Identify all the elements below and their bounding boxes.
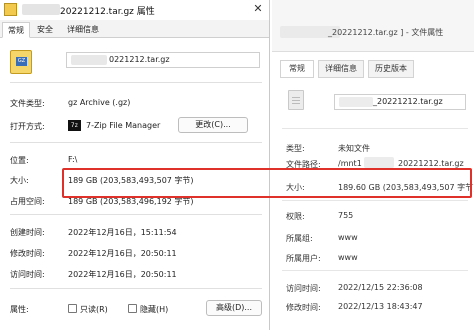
divider (282, 128, 468, 129)
tab-details[interactable]: 详细信息 (62, 22, 104, 38)
type-value: 未知文件 (338, 144, 370, 153)
advanced-button[interactable]: 高级(D)... (206, 300, 262, 316)
divider (10, 214, 262, 215)
title-bar: 20221212.tar.gz 属性 ✕ (0, 0, 269, 20)
modified-value: 2022年12月16日，20:50:11 (68, 249, 177, 258)
accessed-value: 2022/12/15 22:36:08 (338, 283, 423, 292)
readonly-label: 只读(R) (80, 305, 108, 314)
archive-file-icon: GZ (10, 50, 32, 74)
opens-with-value: 7-Zip File Manager (86, 121, 161, 130)
accessed-label: 访问时间: (286, 284, 321, 293)
permissions-value: 755 (338, 211, 354, 220)
permissions-label: 权限: (286, 212, 305, 221)
divider (282, 270, 468, 271)
created-label: 创建时间: (10, 228, 45, 237)
gz-badge: GZ (16, 57, 27, 66)
size-label: 大小: (10, 176, 29, 185)
modified-label: 修改时间: (10, 249, 45, 258)
accessed-value: 2022年12月16日，20:50:11 (68, 270, 177, 279)
divider (10, 142, 262, 143)
general-panel: GZ 0221212.tar.gz 文件类型: gz Archive (.gz)… (0, 38, 269, 330)
redacted-name (339, 97, 373, 107)
disk-size-label: 占用空间: (10, 197, 45, 206)
tab-security[interactable]: 安全 (32, 22, 58, 38)
file-name-text: 0221212.tar.gz (109, 55, 170, 64)
accessed-label: 访问时间: (10, 270, 45, 279)
attributes-label: 属性: (10, 305, 29, 314)
close-icon[interactable]: ✕ (250, 1, 266, 17)
redacted-name (22, 4, 60, 15)
change-button[interactable]: 更改(C)... (178, 117, 248, 133)
location-value: F:\ (68, 155, 78, 164)
window-title: 20221212.tar.gz 属性 (60, 7, 155, 17)
linux-file-properties-dialog: _20221212.tar.gz ] - 文件属性 常规 详细信息 历史版本 _… (272, 0, 474, 330)
tab-history[interactable]: 历史版本 (368, 60, 414, 78)
disk-size-value: 189 GB (203,583,496,192 字节) (68, 197, 194, 206)
opens-with-label: 打开方式: (10, 122, 45, 131)
group-value: www (338, 233, 358, 242)
redacted-path (364, 157, 394, 168)
location-label: 位置: (10, 156, 29, 165)
hidden-label: 隐藏(H) (140, 305, 169, 314)
owner-label: 所属用户: (286, 254, 321, 263)
divider (10, 288, 262, 289)
path-prefix: /mnt1 (338, 159, 362, 168)
created-value: 2022年12月16日，15:11:54 (68, 228, 177, 237)
size-value: 189 GB (203,583,493,507 字节) (68, 176, 194, 185)
window-title: _20221212.tar.gz ] - 文件属性 (328, 28, 444, 37)
type-label: 类型: (286, 144, 305, 153)
hidden-checkbox[interactable] (128, 304, 137, 313)
path-label: 文件路径: (286, 160, 321, 169)
divider (282, 200, 468, 201)
tab-general[interactable]: 常规 (280, 60, 314, 78)
7zip-icon: 7z (68, 120, 81, 131)
redacted-name (71, 55, 107, 65)
type-value: gz Archive (.gz) (68, 98, 131, 107)
tab-bar: 常规 安全 详细信息 (0, 22, 269, 38)
file-name-field[interactable]: 0221212.tar.gz (66, 52, 260, 68)
title-bar: _20221212.tar.gz ] - 文件属性 (272, 0, 474, 52)
tab-details[interactable]: 详细信息 (318, 60, 364, 78)
windows-properties-dialog: 20221212.tar.gz 属性 ✕ 常规 安全 详细信息 GZ 02212… (0, 0, 270, 330)
file-name-text: _20221212.tar.gz (373, 97, 443, 106)
unknown-file-icon (288, 90, 304, 110)
modified-label: 修改时间: (286, 303, 321, 312)
size-label: 大小: (286, 183, 305, 192)
group-label: 所属组: (286, 234, 313, 243)
modified-value: 2022/12/13 18:43:47 (338, 302, 423, 311)
size-value: 189.60 GB (203,583,493,507 字节) (338, 183, 474, 192)
tab-general[interactable]: 常规 (2, 22, 30, 38)
owner-value: www (338, 253, 358, 262)
archive-file-icon (4, 3, 17, 16)
type-label: 文件类型: (10, 99, 45, 108)
file-name-field[interactable]: _20221212.tar.gz (334, 94, 466, 110)
divider (10, 82, 262, 83)
readonly-checkbox[interactable] (68, 304, 77, 313)
path-suffix: 20221212.tar.gz (398, 159, 464, 168)
